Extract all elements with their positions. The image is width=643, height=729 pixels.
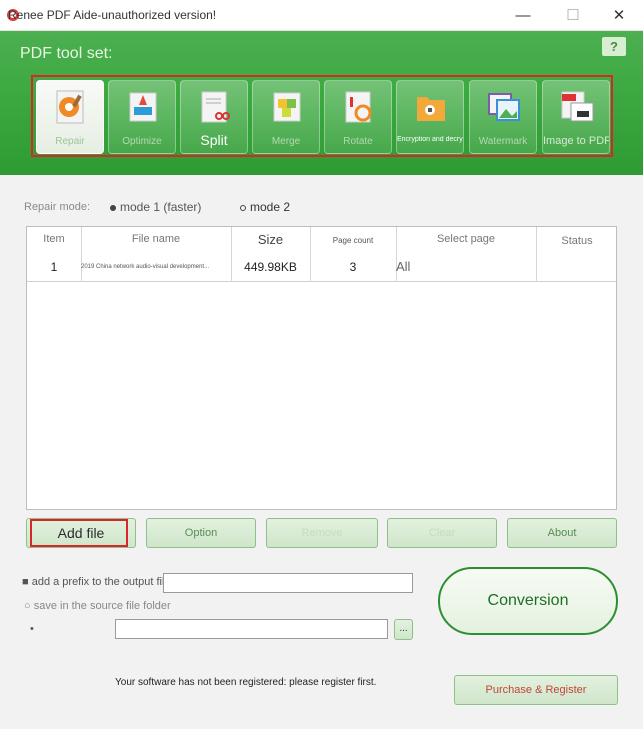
tool-label: Repair [55,136,85,147]
puzzle-icon [273,92,301,122]
about-button[interactable]: About [507,518,617,548]
output-folder-radio[interactable]: • [30,623,34,635]
file-table: Item File name Size Page count Select pa… [26,226,617,510]
tool-label: Optimize [122,136,162,147]
tool-label: Rotate [343,136,373,147]
tool-watermark[interactable]: Watermark [469,80,537,154]
radio-icon [110,204,116,211]
title-bar: Renee PDF Aide-unauthorized version! — ☐… [0,0,643,31]
tool-label: Encryption and decryption [397,136,463,143]
tool-label: Watermark [478,136,528,147]
conversion-button[interactable]: Conversion [438,567,618,635]
checkbox-icon: ■ [22,576,32,588]
tool-repair[interactable]: Repair [36,80,104,154]
column-header-size[interactable]: Size [231,232,310,247]
picture-icon [488,93,520,121]
tools-row: Repair Optimize Split Merge Rotate Encry… [31,75,613,157]
tool-encryption[interactable]: Encryption and decryption [396,80,464,154]
column-header-file-name[interactable]: File name [81,233,231,245]
mode1-label: mode 1 (faster) [120,200,202,214]
output-path-input[interactable] [115,619,388,639]
help-icon[interactable]: ? [602,37,626,56]
radio-selected-icon: • [30,623,34,635]
mode2-radio[interactable]: mode 2 [240,200,290,214]
minimize-button[interactable]: — [500,0,546,30]
repair-gear-icon [56,90,84,124]
cell-file-name: 2019 China network audio-visual developm… [81,264,210,270]
source-folder-option[interactable]: ○ save in the source file folder [24,600,171,612]
tool-label: Merge [271,136,301,147]
lock-folder-icon [417,97,445,121]
cell-page-count: 3 [349,260,357,274]
window-title: Renee PDF Aide-unauthorized version! [8,8,217,22]
mode1-radio[interactable]: mode 1 (faster) [110,200,201,214]
purchase-register-button[interactable]: Purchase & Register [454,675,618,705]
prefix-option[interactable]: ■ add a prefix to the output file [22,576,171,588]
rotate-icon [345,91,372,123]
radio-icon [240,204,246,211]
column-header-status[interactable]: Status [536,235,618,247]
tool-image-to-pdf[interactable]: Image to PDF [542,80,610,154]
tool-label: Image to PDF [543,135,609,147]
tool-label: Split [200,132,228,148]
browse-button[interactable]: ... [394,619,413,640]
registration-notice: Your software has not been registered: p… [115,677,377,688]
table-header: Item File name Size Page count Select pa… [27,227,616,282]
scissors-icon [201,91,230,123]
mode2-label: mode 2 [250,200,291,214]
tool-split[interactable]: Split [180,80,248,154]
maximize-button[interactable]: ☐ [550,0,596,30]
cell-size: 449.98KB [244,260,297,274]
prefix-input[interactable] [163,573,413,593]
tool-header: PDF tool set: ? Repair Optimize Split Me… [0,31,643,175]
tool-merge[interactable]: Merge [252,80,320,154]
tool-rotate[interactable]: Rotate [324,80,392,154]
remove-button[interactable]: Remove [266,518,378,548]
add-file-highlight [30,519,128,547]
option-button[interactable]: Option [146,518,256,548]
prefix-label: add a prefix to the output file [31,576,171,588]
column-header-page-count[interactable]: Page count [310,236,396,245]
column-header-item[interactable]: Item [27,233,81,245]
repair-mode-label: Repair mode: [24,201,91,213]
cell-select-page[interactable]: All [396,259,536,274]
cell-item: 1 [50,260,58,274]
radio-icon: ○ [24,600,34,612]
rocket-icon [129,92,157,122]
column-header-select-page[interactable]: Select page [396,233,536,245]
clear-button[interactable]: Clear [387,518,497,548]
jpg-to-pdf-icon [561,91,594,122]
toolset-title: PDF tool set: [20,45,113,62]
tool-optimize[interactable]: Optimize [108,80,176,154]
close-button[interactable]: ✕ [596,0,642,30]
source-folder-label: save in the source file folder [33,600,171,612]
